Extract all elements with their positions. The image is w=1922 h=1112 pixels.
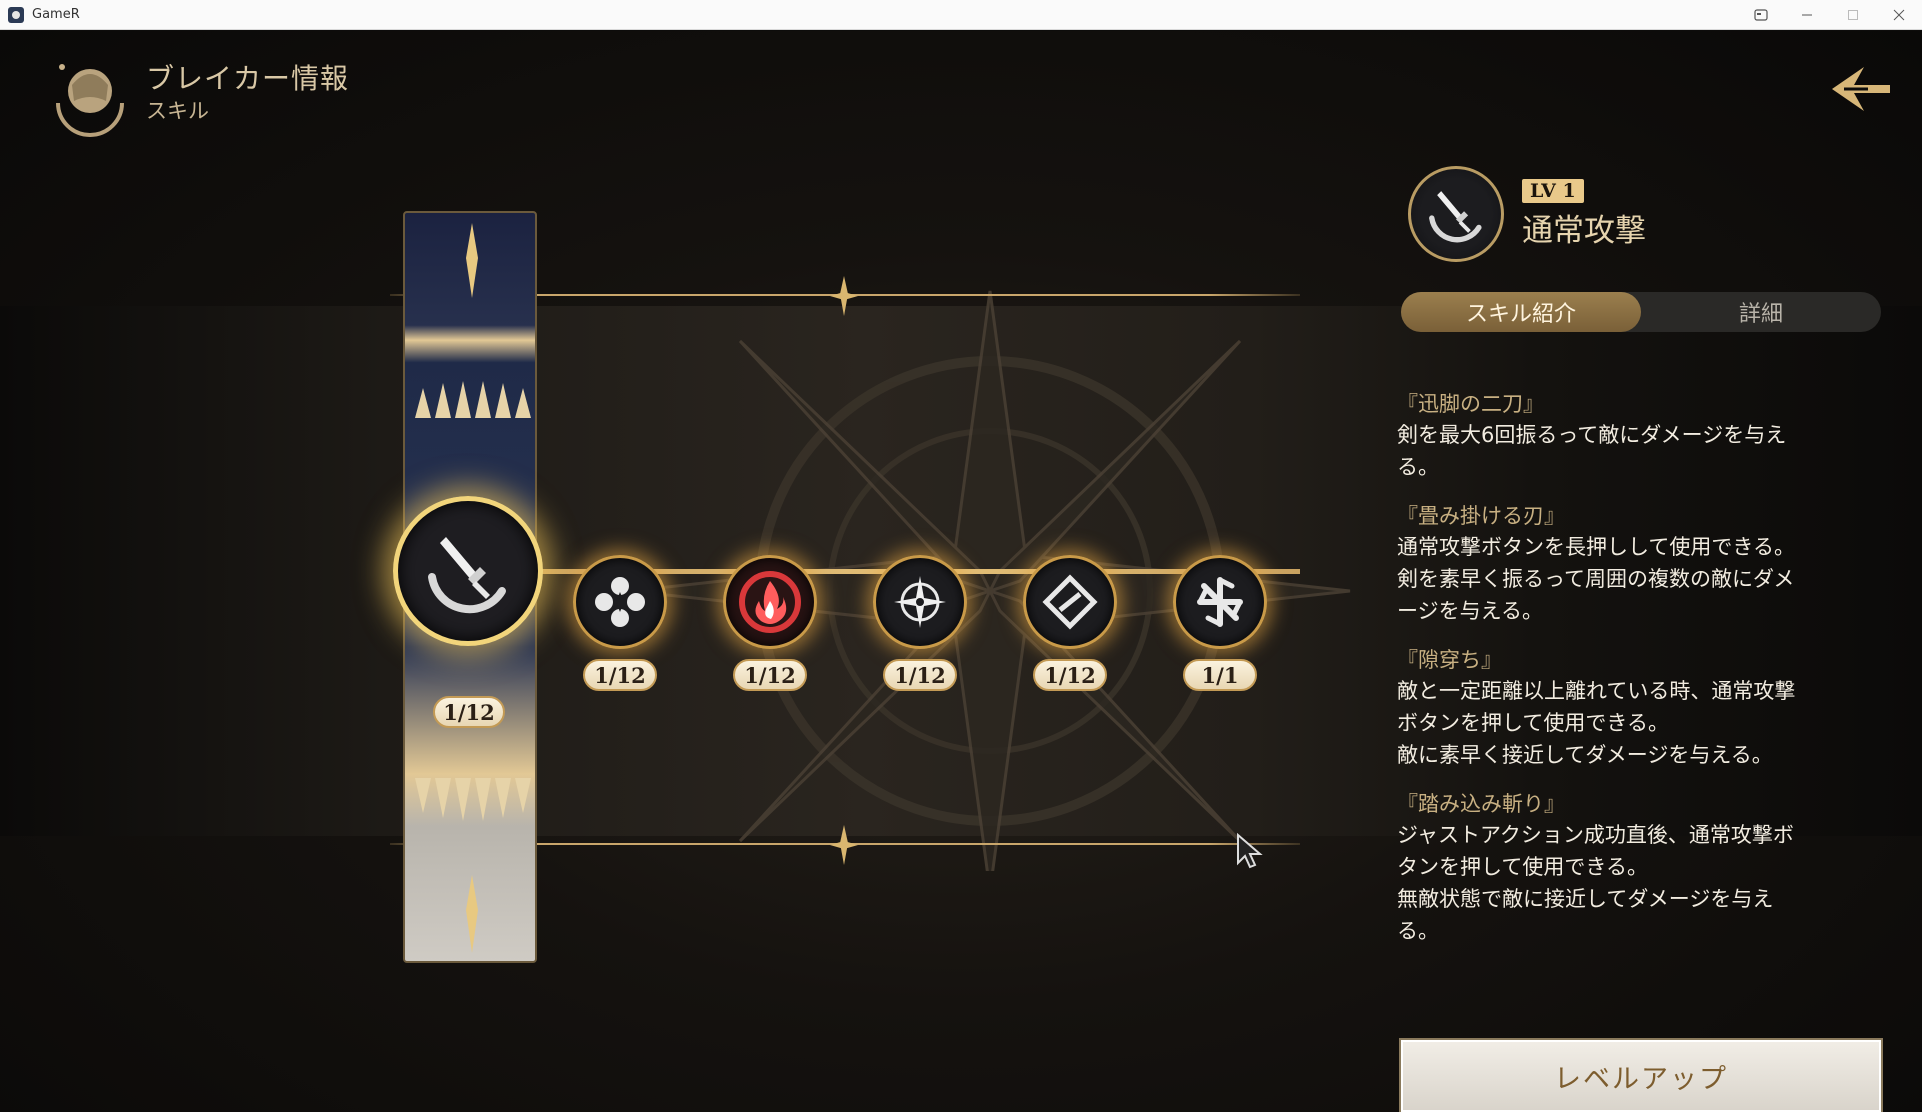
section-line: る。 xyxy=(1397,455,1439,479)
section-title: 『畳み掛ける刃』 xyxy=(1397,504,1565,528)
sparkle-bottom-icon xyxy=(830,825,858,865)
skill-node-4[interactable] xyxy=(873,555,967,649)
section-line: ジャストアクション成功直後、通常攻撃ボ xyxy=(1397,823,1794,847)
section-title: 『迅脚の二刀』 xyxy=(1397,392,1544,416)
maximize-button[interactable] xyxy=(1830,0,1876,30)
flame-icon xyxy=(739,571,801,633)
page-subtitle: スキル xyxy=(146,99,209,123)
section-line: 剣を素早く振るって周囲の複数の敵にダメ xyxy=(1397,567,1795,591)
section-title: 『踏み込み斬り』 xyxy=(1397,792,1565,816)
progress-pill: 1/12 xyxy=(583,659,657,691)
tab-details[interactable]: 詳細 xyxy=(1641,292,1881,332)
progress-pill: 1/12 xyxy=(1033,659,1107,691)
progress-pill: 1/12 xyxy=(883,659,957,691)
skill-node-normal-attack[interactable] xyxy=(393,496,543,646)
tab-skill-intro[interactable]: スキル紹介 xyxy=(1401,292,1641,332)
skill-node-6[interactable] xyxy=(1173,555,1267,649)
star-flower-icon xyxy=(595,577,645,627)
skill-node-3[interactable] xyxy=(723,555,817,649)
diamond-slash-icon xyxy=(1042,574,1098,630)
sword-icon xyxy=(1429,191,1482,243)
skill-description: 『迅脚の二刀』 剣を最大6回振るって敵にダメージを与え る。 『畳み掛ける刃』 … xyxy=(1397,389,1877,965)
sword-icon xyxy=(428,537,506,614)
section-line: る。 xyxy=(1397,919,1439,943)
skill-node-5[interactable] xyxy=(1023,555,1117,649)
breaker-portrait-icon xyxy=(56,64,124,137)
app-icon xyxy=(8,6,24,23)
compass-icon xyxy=(894,576,946,628)
level-up-button[interactable]: レベルアップ xyxy=(1399,1038,1883,1112)
gamebar-icon[interactable] xyxy=(1738,0,1784,30)
window-controls xyxy=(1738,0,1922,30)
back-arrow-icon[interactable] xyxy=(1824,59,1894,119)
minimize-button[interactable] xyxy=(1784,0,1830,30)
section-line: 通常攻撃ボタンを長押しして使用できる。 xyxy=(1397,535,1795,559)
swirl-icon xyxy=(1197,577,1243,627)
window-titlebar: GameR xyxy=(0,0,1922,30)
section-title: 『隙穿ち』 xyxy=(1397,648,1502,672)
section-line: ボタンを押して使用できる。 xyxy=(1397,711,1669,735)
description-section: 『迅脚の二刀』 剣を最大6回振るって敵にダメージを与え る。 xyxy=(1397,389,1877,483)
window-title: GameR xyxy=(32,7,80,22)
panel-tabs: スキル紹介 詳細 xyxy=(1401,292,1881,332)
skill-name: 通常攻撃 xyxy=(1522,213,1646,249)
section-line: 敵に素早く接近してダメージを与える。 xyxy=(1397,743,1773,767)
page-title: ブレイカー情報 xyxy=(146,62,350,95)
close-button[interactable] xyxy=(1876,0,1922,30)
skill-node-2[interactable] xyxy=(573,555,667,649)
section-line: タンを押して使用できる。 xyxy=(1397,855,1648,879)
mouse-cursor-icon xyxy=(1237,833,1263,869)
selected-skill-icon xyxy=(1408,166,1504,262)
description-section: 『隙穿ち』 敵と一定距離以上離れている時、通常攻撃 ボタンを押して使用できる。 … xyxy=(1397,645,1877,771)
section-line: 剣を最大6回振るって敵にダメージを与え xyxy=(1397,423,1787,447)
game-screen: ブレイカー情報 スキル 1/12 1/12 1/12 1/12 1/12 1/1… xyxy=(0,31,1922,1112)
section-line: ージを与える。 xyxy=(1397,599,1543,623)
progress-pill: 1/12 xyxy=(733,659,807,691)
description-section: 『畳み掛ける刃』 通常攻撃ボタンを長押しして使用できる。 剣を素早く振るって周囲… xyxy=(1397,501,1877,627)
level-badge: LV 1 xyxy=(1522,179,1584,203)
section-line: 敵と一定距離以上離れている時、通常攻撃 xyxy=(1397,679,1796,703)
sparkle-top-icon xyxy=(830,276,858,316)
section-line: 無敵状態で敵に接近してダメージを与え xyxy=(1397,887,1774,911)
description-section: 『踏み込み斬り』 ジャストアクション成功直後、通常攻撃ボ タンを押して使用できる… xyxy=(1397,789,1877,947)
progress-pill: 1/1 xyxy=(1183,659,1257,691)
progress-pill: 1/12 xyxy=(433,696,505,728)
